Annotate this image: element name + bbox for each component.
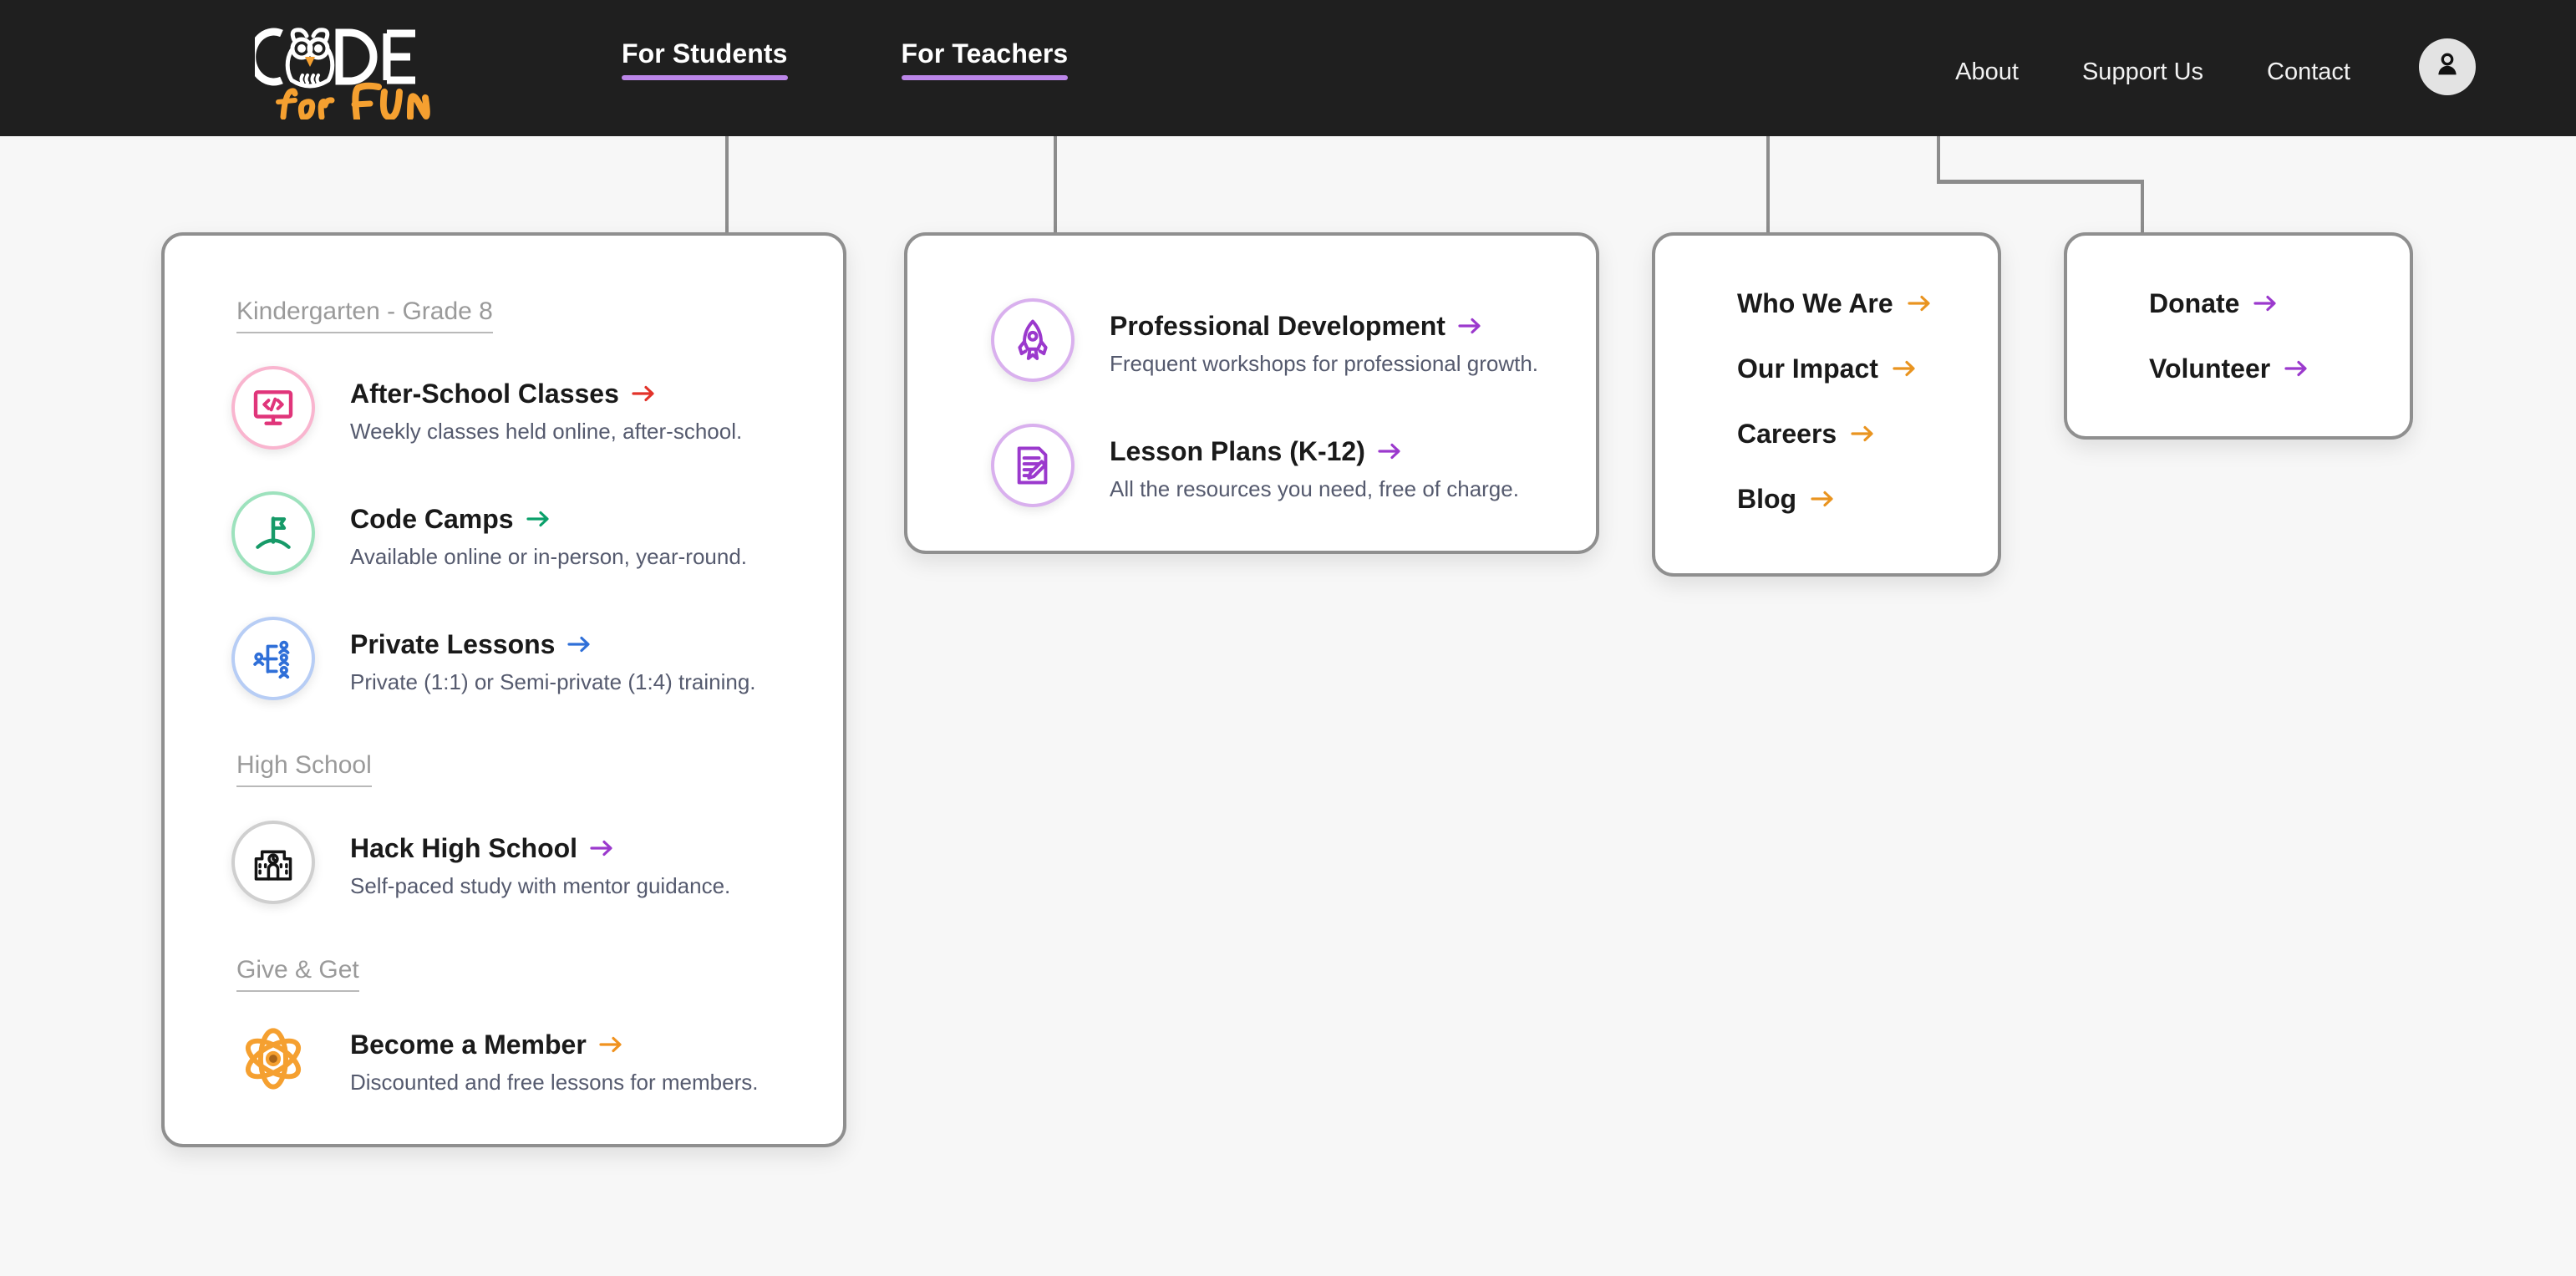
for-teachers-dropdown: Professional Development Frequent worksh… xyxy=(904,232,1599,554)
menu-item-title: Code Camps xyxy=(350,503,747,535)
document-pencil-icon xyxy=(991,424,1075,507)
rocket-icon xyxy=(991,298,1075,382)
arrow-right-icon xyxy=(1850,424,1875,444)
menu-item-title: Lesson Plans (K-12) xyxy=(1110,435,1519,467)
primary-nav: For Students For Teachers xyxy=(622,37,1069,80)
people-network-icon xyxy=(231,617,315,700)
arrow-right-icon xyxy=(598,1035,623,1055)
menu-item-lesson-plans[interactable]: Lesson Plans (K-12) All the resources yo… xyxy=(991,424,1519,507)
nav-link-about[interactable]: About xyxy=(1955,57,2019,87)
menu-item-description: All the resources you need, free of char… xyxy=(1110,476,1519,501)
menu-item-title: Become a Member xyxy=(350,1029,758,1060)
nav-link-contact[interactable]: Contact xyxy=(2267,57,2350,87)
connector-support-vertical-bottom xyxy=(2141,180,2144,236)
menu-item-description: Discounted and free lessons for members. xyxy=(350,1070,759,1095)
menu-item-private-lessons[interactable]: Private Lessons Private (1:1) or Semi-pr… xyxy=(231,617,756,700)
section-heading-give-and-get: Give & Get xyxy=(236,954,359,992)
menu-item-after-school-classes[interactable]: After-School Classes Weekly classes held… xyxy=(231,366,742,450)
about-dropdown: Who We Are Our Impact Careers Blog xyxy=(1652,232,2001,577)
about-link-our-impact[interactable]: Our Impact xyxy=(1737,353,1917,384)
arrow-right-icon xyxy=(2284,358,2309,379)
account-button[interactable] xyxy=(2419,38,2476,95)
arrow-right-icon xyxy=(589,838,614,858)
secondary-nav: About Support Us Contact xyxy=(1955,38,2476,100)
about-link-who-we-are[interactable]: Who We Are xyxy=(1737,287,1932,319)
menu-item-code-camps[interactable]: Code Camps Available online or in-person… xyxy=(231,491,747,575)
menu-item-title: Hack High School xyxy=(350,832,730,864)
arrow-right-icon xyxy=(2253,293,2278,313)
flag-hill-icon xyxy=(231,491,315,575)
menu-item-title: Private Lessons xyxy=(350,628,756,660)
nav-tab-for-students[interactable]: For Students xyxy=(622,37,788,80)
arrow-right-icon xyxy=(1377,441,1402,461)
nav-tab-for-teachers-label: For Teachers xyxy=(901,38,1069,69)
connector-support-horizontal xyxy=(1937,180,2144,184)
menu-item-become-a-member[interactable]: Become a Member Discounted and free less… xyxy=(231,1017,758,1101)
arrow-right-icon xyxy=(631,384,656,404)
atom-icon xyxy=(231,1017,315,1101)
support-us-dropdown: Donate Volunteer xyxy=(2064,232,2413,440)
arrow-right-icon xyxy=(1892,358,1917,379)
school-building-icon xyxy=(231,821,315,904)
support-link-donate[interactable]: Donate xyxy=(2149,287,2278,319)
menu-item-title: After-School Classes xyxy=(350,378,742,409)
arrow-right-icon xyxy=(567,634,592,654)
for-students-dropdown: Kindergarten - Grade 8 After-School Clas… xyxy=(161,232,846,1147)
support-link-volunteer[interactable]: Volunteer xyxy=(2149,353,2309,384)
menu-item-description: Frequent workshops for professional grow… xyxy=(1110,351,1539,376)
menu-item-professional-development[interactable]: Professional Development Frequent worksh… xyxy=(991,298,1538,382)
menu-item-description: Available online or in-person, year-roun… xyxy=(350,544,748,569)
user-account-icon xyxy=(2431,49,2463,85)
nav-tab-for-teachers-underline xyxy=(901,75,1069,80)
nav-tab-for-students-label: For Students xyxy=(622,38,788,69)
nav-link-support-us[interactable]: Support Us xyxy=(2082,57,2203,87)
section-heading-high-school: High School xyxy=(236,750,372,787)
section-heading-k8: Kindergarten - Grade 8 xyxy=(236,296,493,333)
code-monitor-icon xyxy=(231,366,315,450)
nav-tab-for-students-underline xyxy=(622,75,788,80)
arrow-right-icon xyxy=(1810,489,1835,509)
nav-tab-for-teachers[interactable]: For Teachers xyxy=(901,37,1069,80)
menu-item-description: Self-paced study with mentor guidance. xyxy=(350,873,731,898)
about-link-blog[interactable]: Blog xyxy=(1737,483,1835,515)
page-root: For Students For Teachers About Support … xyxy=(0,0,2576,1276)
menu-item-title: Professional Development xyxy=(1110,310,1538,342)
menu-item-description: Weekly classes held online, after-school… xyxy=(350,419,743,444)
arrow-right-icon xyxy=(1457,316,1482,336)
menu-item-description: Private (1:1) or Semi-private (1:4) trai… xyxy=(350,669,756,694)
menu-item-hack-high-school[interactable]: Hack High School Self-paced study with m… xyxy=(231,821,730,904)
about-link-careers[interactable]: Careers xyxy=(1737,418,1875,450)
arrow-right-icon xyxy=(1907,293,1932,313)
arrow-right-icon xyxy=(526,509,551,529)
brand-logo[interactable] xyxy=(255,15,464,119)
site-header: For Students For Teachers About Support … xyxy=(0,0,2576,136)
